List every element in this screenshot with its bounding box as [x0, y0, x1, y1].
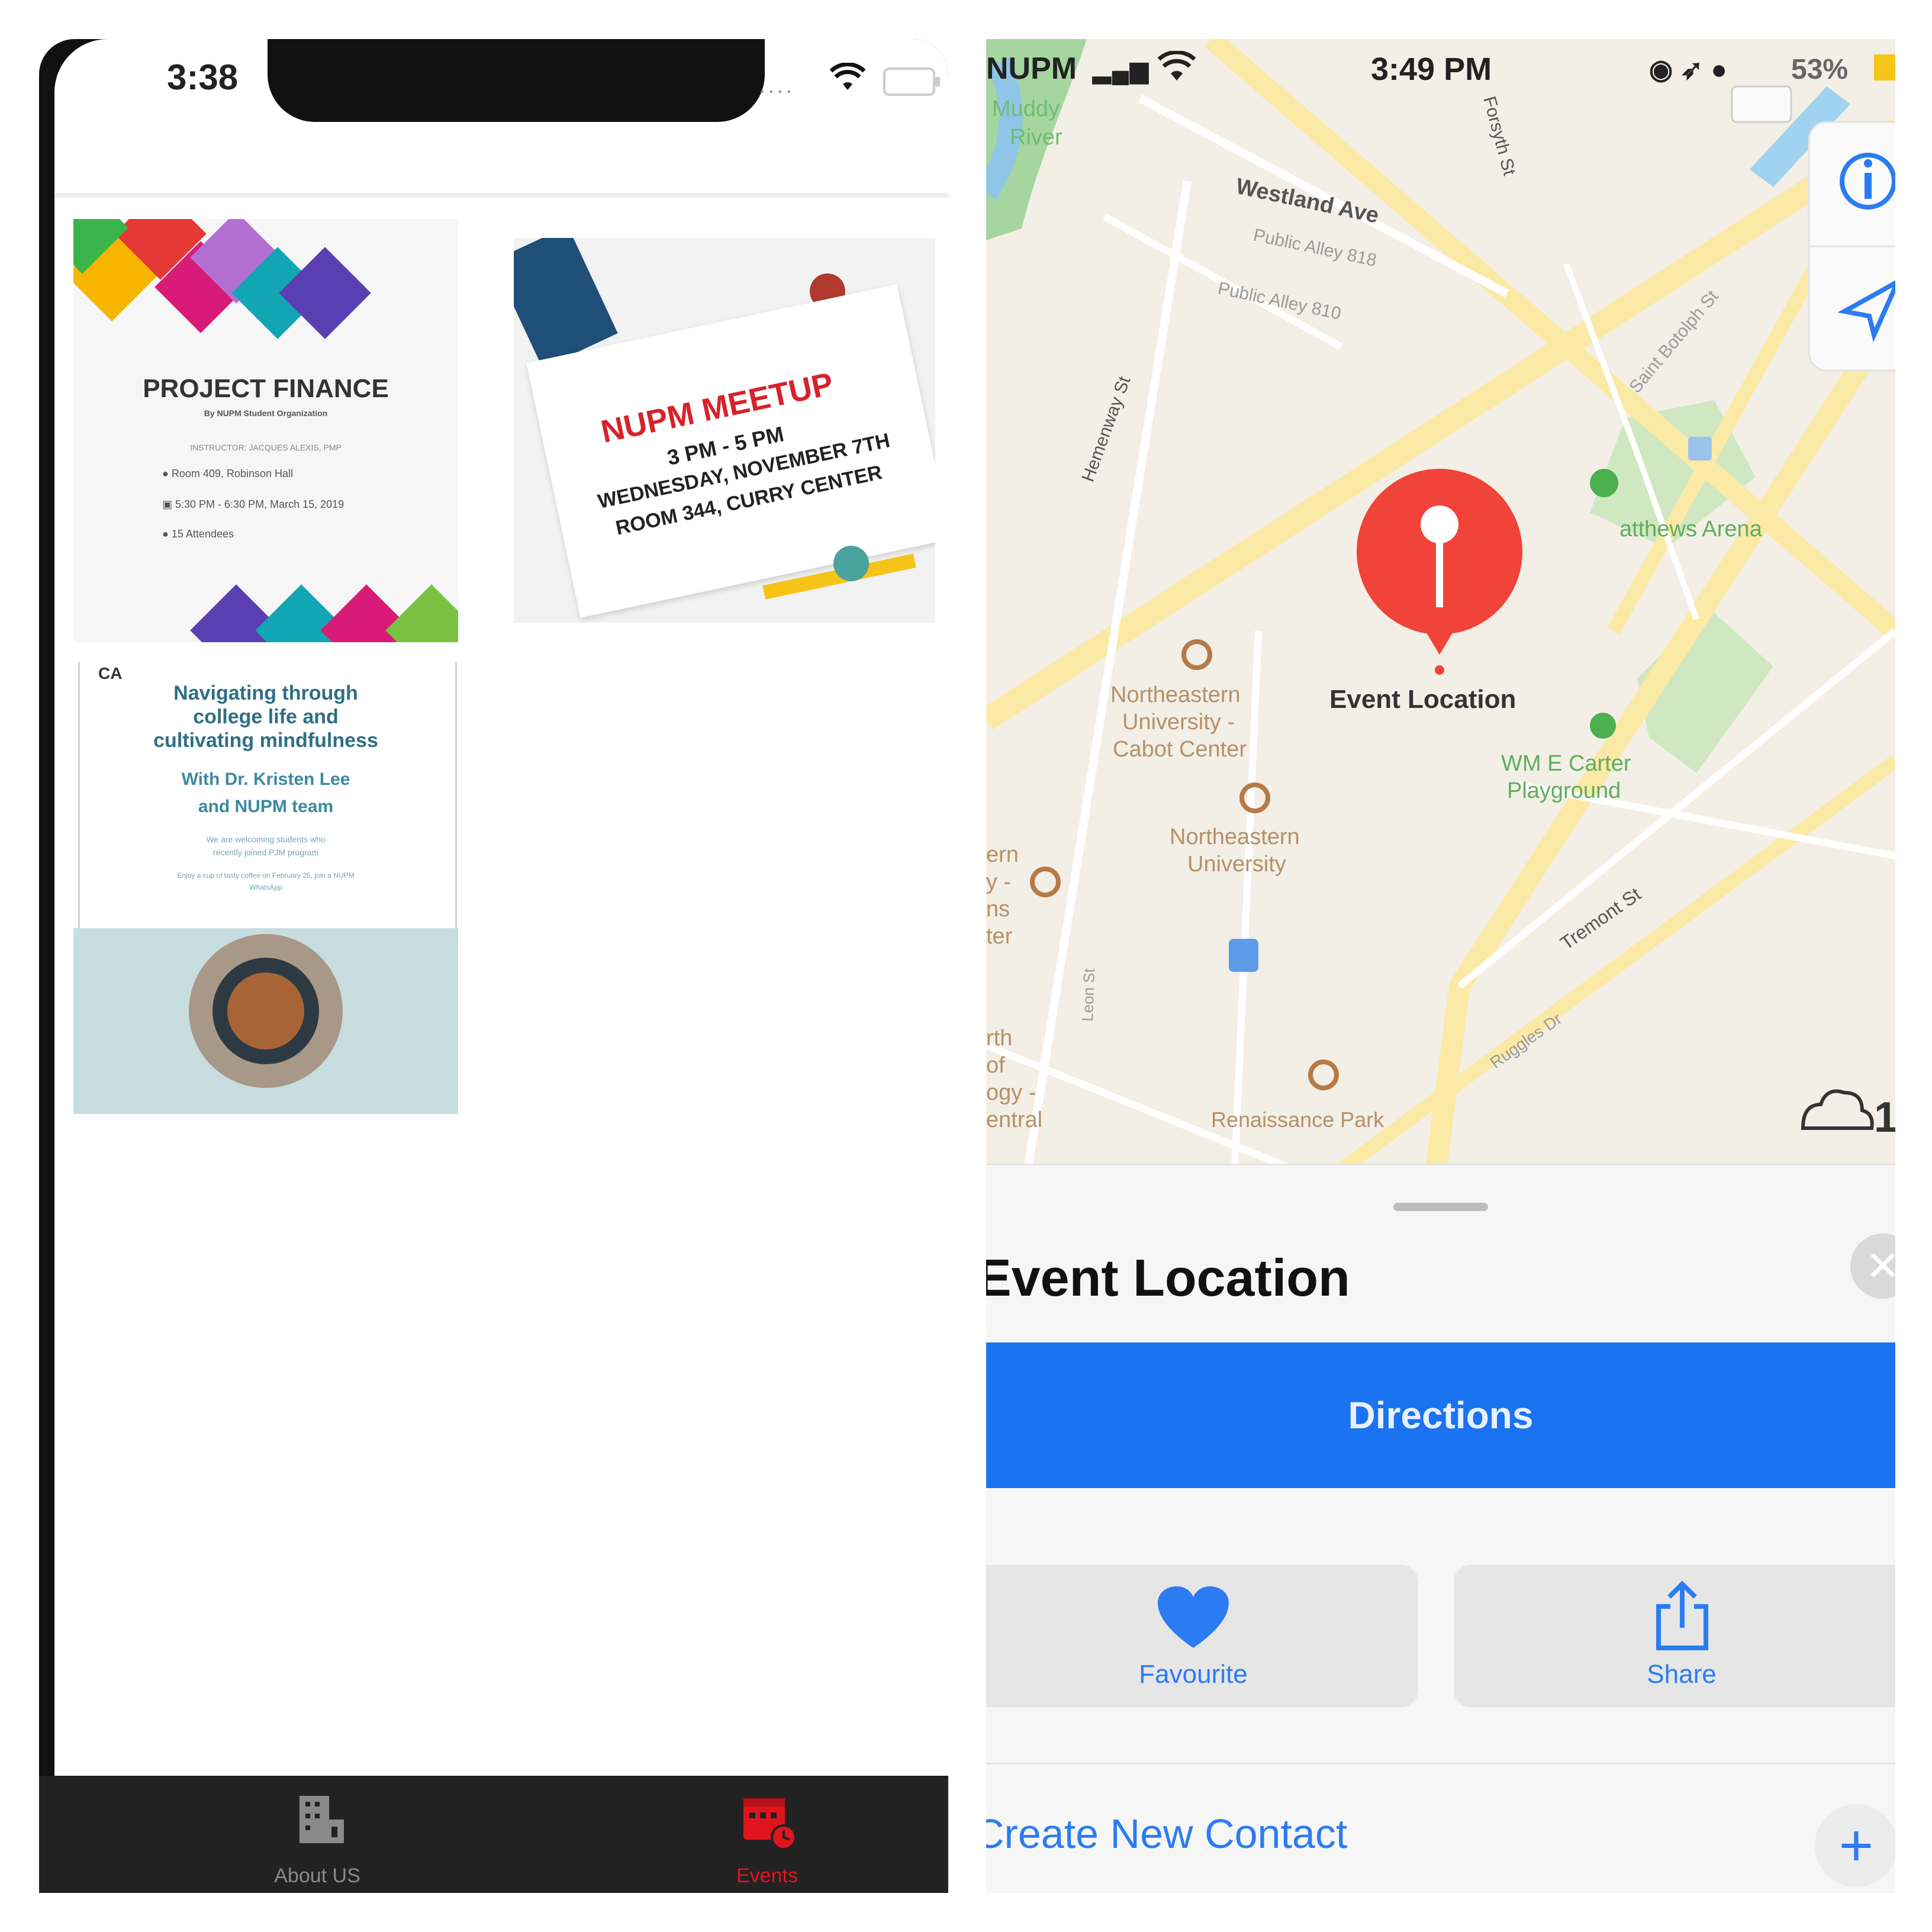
battery-icon — [1874, 54, 1895, 80]
map-label: of — [986, 1053, 1005, 1078]
wifi-icon — [1158, 51, 1196, 80]
share-label: Share — [1647, 1660, 1717, 1689]
map-label: University — [1187, 852, 1286, 877]
map-label: rth — [986, 1026, 1012, 1051]
map-view[interactable]: Muddy River Westland Ave Public Alley 81… — [986, 39, 1895, 1170]
park-poi-icon[interactable] — [1590, 713, 1616, 739]
map-label: WM E Carter — [1501, 751, 1631, 776]
card-time: ▣ 5:30 PM - 6:30 PM, March 15, 2019 — [162, 498, 344, 510]
card-instructor: INSTRUCTOR: JACQUES ALEXIS, PMP — [190, 443, 342, 452]
event-card-project-finance[interactable]: PROJECT FINANCE By NUPM Student Organiza… — [73, 219, 458, 642]
card-attendees: ● 15 Attendees — [162, 528, 234, 540]
status-bar: NUPM ▂▄▆ 3:49 PM ◉ ➶ ● 53% — [986, 39, 1895, 110]
share-button[interactable]: Share — [1454, 1565, 1895, 1707]
pin-dot — [1435, 665, 1444, 675]
tab-about-us-label: About US — [274, 1865, 360, 1887]
notch — [268, 39, 765, 122]
favourite-button[interactable]: Favourite — [986, 1565, 1418, 1707]
status-carrier: NUPM — [986, 51, 1077, 86]
sheet-grabber[interactable] — [1393, 1203, 1488, 1211]
coffee — [227, 973, 304, 1049]
transit-icon[interactable] — [1688, 437, 1712, 461]
calendar-clock-icon — [743, 1798, 797, 1850]
sheet-title: Event Location — [986, 1248, 1350, 1307]
card-subtitle: By NUPM Student Organization — [204, 408, 328, 418]
map-label: ogy - — [986, 1080, 1036, 1105]
map-label: Playground — [1507, 778, 1621, 803]
flyer-host: and NUPM team — [198, 797, 334, 816]
event-card-mindfulness[interactable]: CA Navigating through college life and c… — [73, 662, 458, 1114]
building-icon — [300, 1796, 344, 1843]
info-icon-bar — [1865, 173, 1872, 199]
directions-label: Directions — [1348, 1394, 1534, 1437]
tab-events-label: Events — [736, 1865, 798, 1887]
flyer-host: With Dr. Kristen Lee — [181, 769, 350, 789]
flyer-note: recently joined PJM program — [212, 848, 319, 857]
decor-gem — [279, 247, 371, 339]
status-time: 3:38 — [167, 57, 239, 97]
tab-events[interactable]: Events — [678, 1776, 856, 1893]
event-card-meetup[interactable]: NUPM MEETUP 3 PM - 5 PM WEDNESDAY, NOVEM… — [514, 238, 935, 623]
battery-percentage: 53% — [1791, 54, 1849, 85]
wifi-icon — [829, 54, 866, 102]
event-location-label: Event Location — [1329, 685, 1516, 714]
map-label: River — [1010, 125, 1062, 150]
map-label: atthews Arena — [1619, 517, 1763, 542]
coffee-cup-illustration — [833, 546, 869, 581]
map-label: ter — [986, 924, 1013, 949]
people-icon: ● — [162, 528, 172, 540]
nav-divider — [54, 193, 948, 198]
location-pin-icon: ● — [162, 468, 172, 479]
transit-icon[interactable] — [1229, 939, 1258, 972]
share-icon — [1656, 1580, 1708, 1650]
flyer-title-line: Navigating through — [173, 682, 358, 704]
status-bar: 3:38 .... — [54, 39, 948, 157]
flyer-note: Enjoy a cup of tasty coffee on February … — [177, 871, 355, 880]
map-label: Leon St — [1078, 968, 1098, 1022]
close-button[interactable]: ✕ — [1850, 1234, 1895, 1299]
favourite-label: Favourite — [1139, 1660, 1248, 1689]
sheet-divider — [986, 1763, 1895, 1764]
map-label: ern — [986, 842, 1019, 867]
map-label: Renaissance Park — [1211, 1107, 1384, 1132]
tab-about-us[interactable]: About US — [228, 1776, 406, 1893]
decor-gem — [385, 584, 458, 642]
pin-icon-stem — [1436, 536, 1443, 607]
map-label: Cabot Center — [1113, 737, 1247, 762]
directions-button[interactable]: Directions — [986, 1342, 1895, 1488]
flyer-title-line: cultivating mindfulness — [153, 729, 378, 752]
map-label: University - — [1122, 710, 1235, 735]
battery-icon — [883, 67, 940, 96]
map-label: entral — [986, 1107, 1042, 1132]
events-screen: 3:38 .... PROJECT FINANCE By NUPM Studen… — [54, 39, 948, 1776]
close-icon: ✕ — [1865, 1243, 1895, 1289]
weather-temperature: 11 — [1874, 1094, 1895, 1141]
plus-icon[interactable]: + — [1815, 1804, 1895, 1887]
tab-bar: About US Events — [39, 1776, 948, 1893]
right-phone-maps: Muddy River Westland Ave Public Alley 81… — [986, 39, 1895, 1893]
create-new-contact-link[interactable]: Create New Contact — [986, 1810, 1347, 1857]
place-card-sheet: Event Location ✕ Directions Favourite Sh… — [986, 1164, 1895, 1893]
info-icon-dot — [1864, 159, 1872, 168]
flyer-tag: CA — [98, 664, 123, 682]
location-services-icon: ◉ ➶ ● — [1649, 54, 1728, 85]
map-label: y - — [986, 870, 1011, 894]
heart-icon — [1158, 1586, 1229, 1648]
flyer-note: We are welcoming students who — [206, 835, 326, 844]
map-label: ns — [986, 897, 1010, 922]
arena-poi-icon[interactable] — [1590, 469, 1618, 497]
signal-icon: .... — [759, 72, 795, 98]
status-time: 3:49 PM — [1371, 51, 1492, 87]
map-label: Northeastern — [1170, 825, 1300, 849]
map-label: Northeastern — [1110, 682, 1241, 707]
flyer-title-line: college life and — [193, 706, 339, 728]
card-title: PROJECT FINANCE — [143, 374, 389, 403]
left-phone: 3:38 .... PROJECT FINANCE By NUPM Studen… — [39, 39, 948, 1893]
calendar-icon: ▣ — [162, 498, 176, 510]
coffee-photo — [73, 928, 458, 1114]
cellular-signal-icon: ▂▄▆ — [1093, 57, 1149, 83]
flyer-note: WhatsApp — [249, 883, 282, 891]
card-location: ● Room 409, Robinson Hall — [162, 468, 293, 479]
